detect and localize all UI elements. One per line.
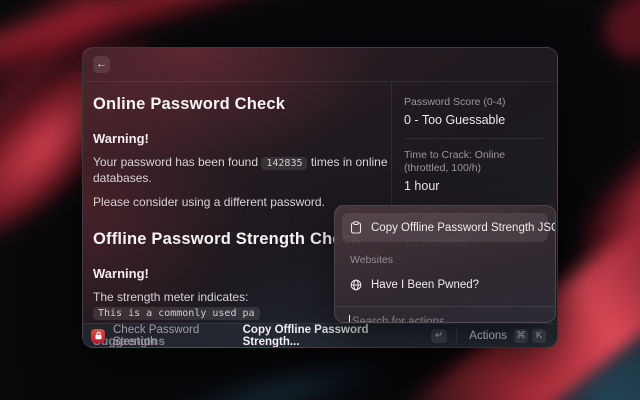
- score-value: 0 - Too Guessable: [404, 113, 545, 127]
- back-arrow-icon: ←: [96, 58, 107, 70]
- action-item-label: Copy Offline Password Strength JSON: [371, 222, 556, 234]
- k-key-icon: K: [532, 329, 546, 343]
- meter-prefix: The strength meter indicates:: [93, 290, 248, 304]
- meter-value-badge: This is a commonly used pa: [93, 307, 260, 320]
- actions-popup: Copy Offline Password Strength JSON ↵ We…: [334, 205, 556, 323]
- search-placeholder: Search for actions...: [352, 316, 454, 324]
- primary-action-button[interactable]: Copy Offline Password Strength... ↵: [243, 324, 448, 348]
- actions-search-input[interactable]: Search for actions...: [335, 307, 555, 323]
- wallpaper-band: [592, 0, 640, 72]
- metadata-divider: [404, 138, 545, 139]
- status-divider: [456, 329, 457, 342]
- command-key-icon: ⌘: [514, 329, 528, 343]
- globe-icon: [350, 279, 363, 292]
- action-item-label: Have I Been Pwned?: [371, 279, 542, 291]
- primary-action-label: Copy Offline Password Strength...: [243, 324, 424, 348]
- online-warning-title: Warning!: [93, 131, 391, 146]
- score-label: Password Score (0-4): [404, 96, 545, 109]
- online-found-line: Your password has been found 142835 time…: [93, 155, 391, 186]
- online-check-title: Online Password Check: [93, 95, 391, 114]
- found-count-badge: 142835: [261, 157, 307, 170]
- crack-throttled-label: Time to Crack: Online (throttled, 100/h): [404, 149, 545, 175]
- lock-icon: [94, 331, 103, 340]
- actions-label: Actions: [469, 330, 507, 342]
- window-header: ←: [83, 48, 557, 82]
- extension-icon: [91, 329, 105, 343]
- status-bar: Check Password Strength Copy Offline Pas…: [83, 323, 557, 347]
- crack-throttled-value: 1 hour: [404, 179, 545, 193]
- found-prefix: Your password has been found: [93, 155, 258, 169]
- websites-section-title: Websites: [350, 254, 555, 266]
- extension-name: Check Password Strength: [113, 324, 243, 348]
- back-button[interactable]: ←: [93, 56, 110, 73]
- text-cursor: [349, 315, 350, 323]
- actions-menu-button[interactable]: Actions ⌘ K: [466, 327, 549, 345]
- action-item-copy-json[interactable]: Copy Offline Password Strength JSON ↵: [342, 213, 548, 242]
- enter-key-icon: ↵: [431, 329, 448, 343]
- clipboard-icon: [350, 221, 363, 234]
- action-item-hibp[interactable]: Have I Been Pwned?: [342, 271, 548, 299]
